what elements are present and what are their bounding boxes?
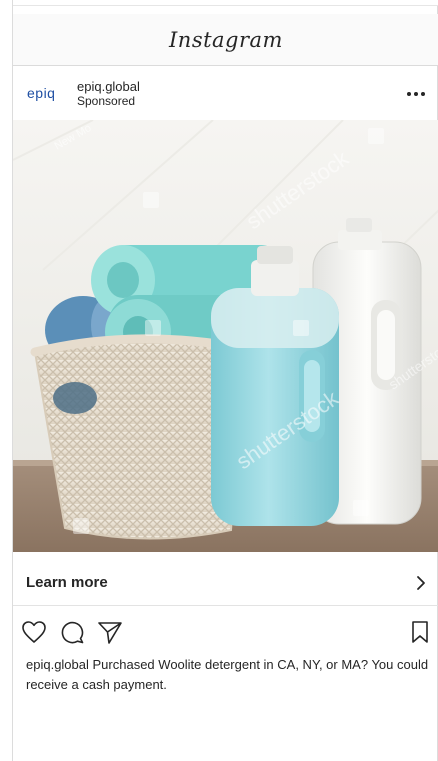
more-options-button[interactable] (403, 84, 429, 104)
post-actions (13, 614, 438, 650)
bookmark-icon[interactable] (406, 618, 434, 646)
comment-icon[interactable] (58, 618, 86, 646)
account-meta: epiq.global Sponsored (77, 80, 140, 109)
chevron-right-icon (417, 575, 425, 590)
more-horizontal-icon (407, 92, 425, 96)
learn-more-link[interactable]: Learn more (13, 560, 438, 606)
sponsored-label: Sponsored (77, 94, 136, 108)
epiq-logo-text: epiq (27, 86, 55, 101)
heart-icon[interactable] (20, 618, 48, 646)
caption-username[interactable]: epiq.global (26, 657, 89, 672)
username-link[interactable]: epiq.global (77, 80, 140, 94)
top-strip (13, 0, 438, 6)
post-image[interactable]: shutterstock shutterstock New Mo shutter… (13, 120, 438, 552)
post-caption: epiq.global Purchased Woolite detergent … (26, 655, 431, 695)
epiq-logo-icon: epiq (27, 86, 55, 101)
instagram-frame: Instagram epiq epiq.global Sponsored shu… (12, 0, 438, 761)
laundry-product-photo: shutterstock shutterstock New Mo shutter… (13, 120, 438, 552)
learn-more-label: Learn more (26, 574, 108, 591)
post-header: epiq epiq.global Sponsored (13, 72, 438, 116)
app-header: Instagram (13, 14, 438, 66)
app-title: Instagram (169, 27, 283, 52)
share-icon[interactable] (96, 618, 124, 646)
avatar[interactable]: epiq (27, 84, 63, 104)
